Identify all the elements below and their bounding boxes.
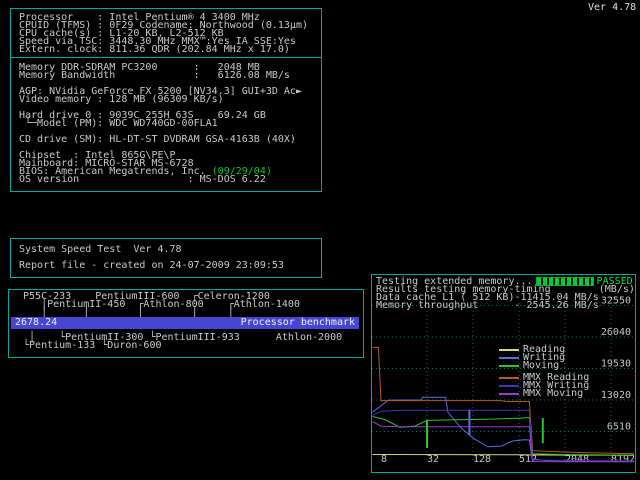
benchmark-box: P55C-233 PentiumIII-600 ┌Celeron-1200 │P… [8, 289, 364, 358]
legend-swatch [499, 349, 519, 351]
dos-screen: Ver 4.78 Processor : Intel Pentium® 4 34… [0, 0, 640, 480]
legend-swatch [499, 385, 519, 387]
version-label: Ver 4.78 [588, 2, 637, 13]
benchmark-tree-lower: │ └PentiumII-300 └PentiumIII-933 Athlon-… [23, 332, 343, 351]
system-info-box: Processor : Intel Pentium® 4 3400 MHz CP… [10, 8, 322, 192]
legend-swatch [499, 365, 519, 367]
cpu-info-lines: Processor : Intel Pentium® 4 3400 MHz CP… [19, 12, 308, 55]
y-tick-label: 26040 [601, 327, 631, 338]
benchmark-bar: 2678.24 Processor benchmark [11, 317, 359, 329]
report-subtitle: Report file - created on 24-07-2009 23:0… [19, 260, 284, 271]
legend-label: MMX Moving [523, 388, 584, 399]
legend-swatch [499, 357, 519, 359]
y-tick-label: 13020 [601, 390, 631, 401]
legend-item: MMX Moving [499, 388, 584, 399]
benchmark-bar-label: Processor benchmark [240, 317, 355, 328]
section-divider [11, 57, 321, 58]
bios-line: BIOS: American Megatrends, Inc. (09/29/0… [19, 166, 272, 177]
chart-result-lines: Results testing memory-timing (MB/s) Dat… [376, 284, 635, 311]
x-tick-label: 32 [427, 454, 439, 465]
report-title: System Speed Test Ver 4.78 [19, 244, 182, 255]
benchmark-tree-upper: P55C-233 PentiumIII-600 ┌Celeron-1200 │P… [23, 291, 300, 318]
series-moving [372, 416, 634, 456]
x-tick-label: 2048 [565, 454, 589, 465]
legend-label: Moving [523, 360, 560, 371]
y-tick-label: 19530 [601, 359, 631, 370]
benchmark-score: 2678.24 [15, 317, 58, 328]
x-tick-label: 128 [473, 454, 491, 465]
legend-swatch [499, 393, 519, 395]
bios-prefix: BIOS: American Megatrends, Inc. [19, 166, 212, 177]
legend-item: Moving [499, 360, 560, 371]
bios-date: (09/29/04) [211, 166, 272, 177]
report-box: System Speed Test Ver 4.78 Report file -… [10, 238, 322, 278]
series-writing [372, 396, 634, 462]
chart-box: 6510 13020 19530 26040 32550 8 32 128 512 2048 819… [371, 274, 636, 473]
x-tick-label: 8 [381, 454, 387, 465]
legend-swatch [499, 377, 519, 379]
